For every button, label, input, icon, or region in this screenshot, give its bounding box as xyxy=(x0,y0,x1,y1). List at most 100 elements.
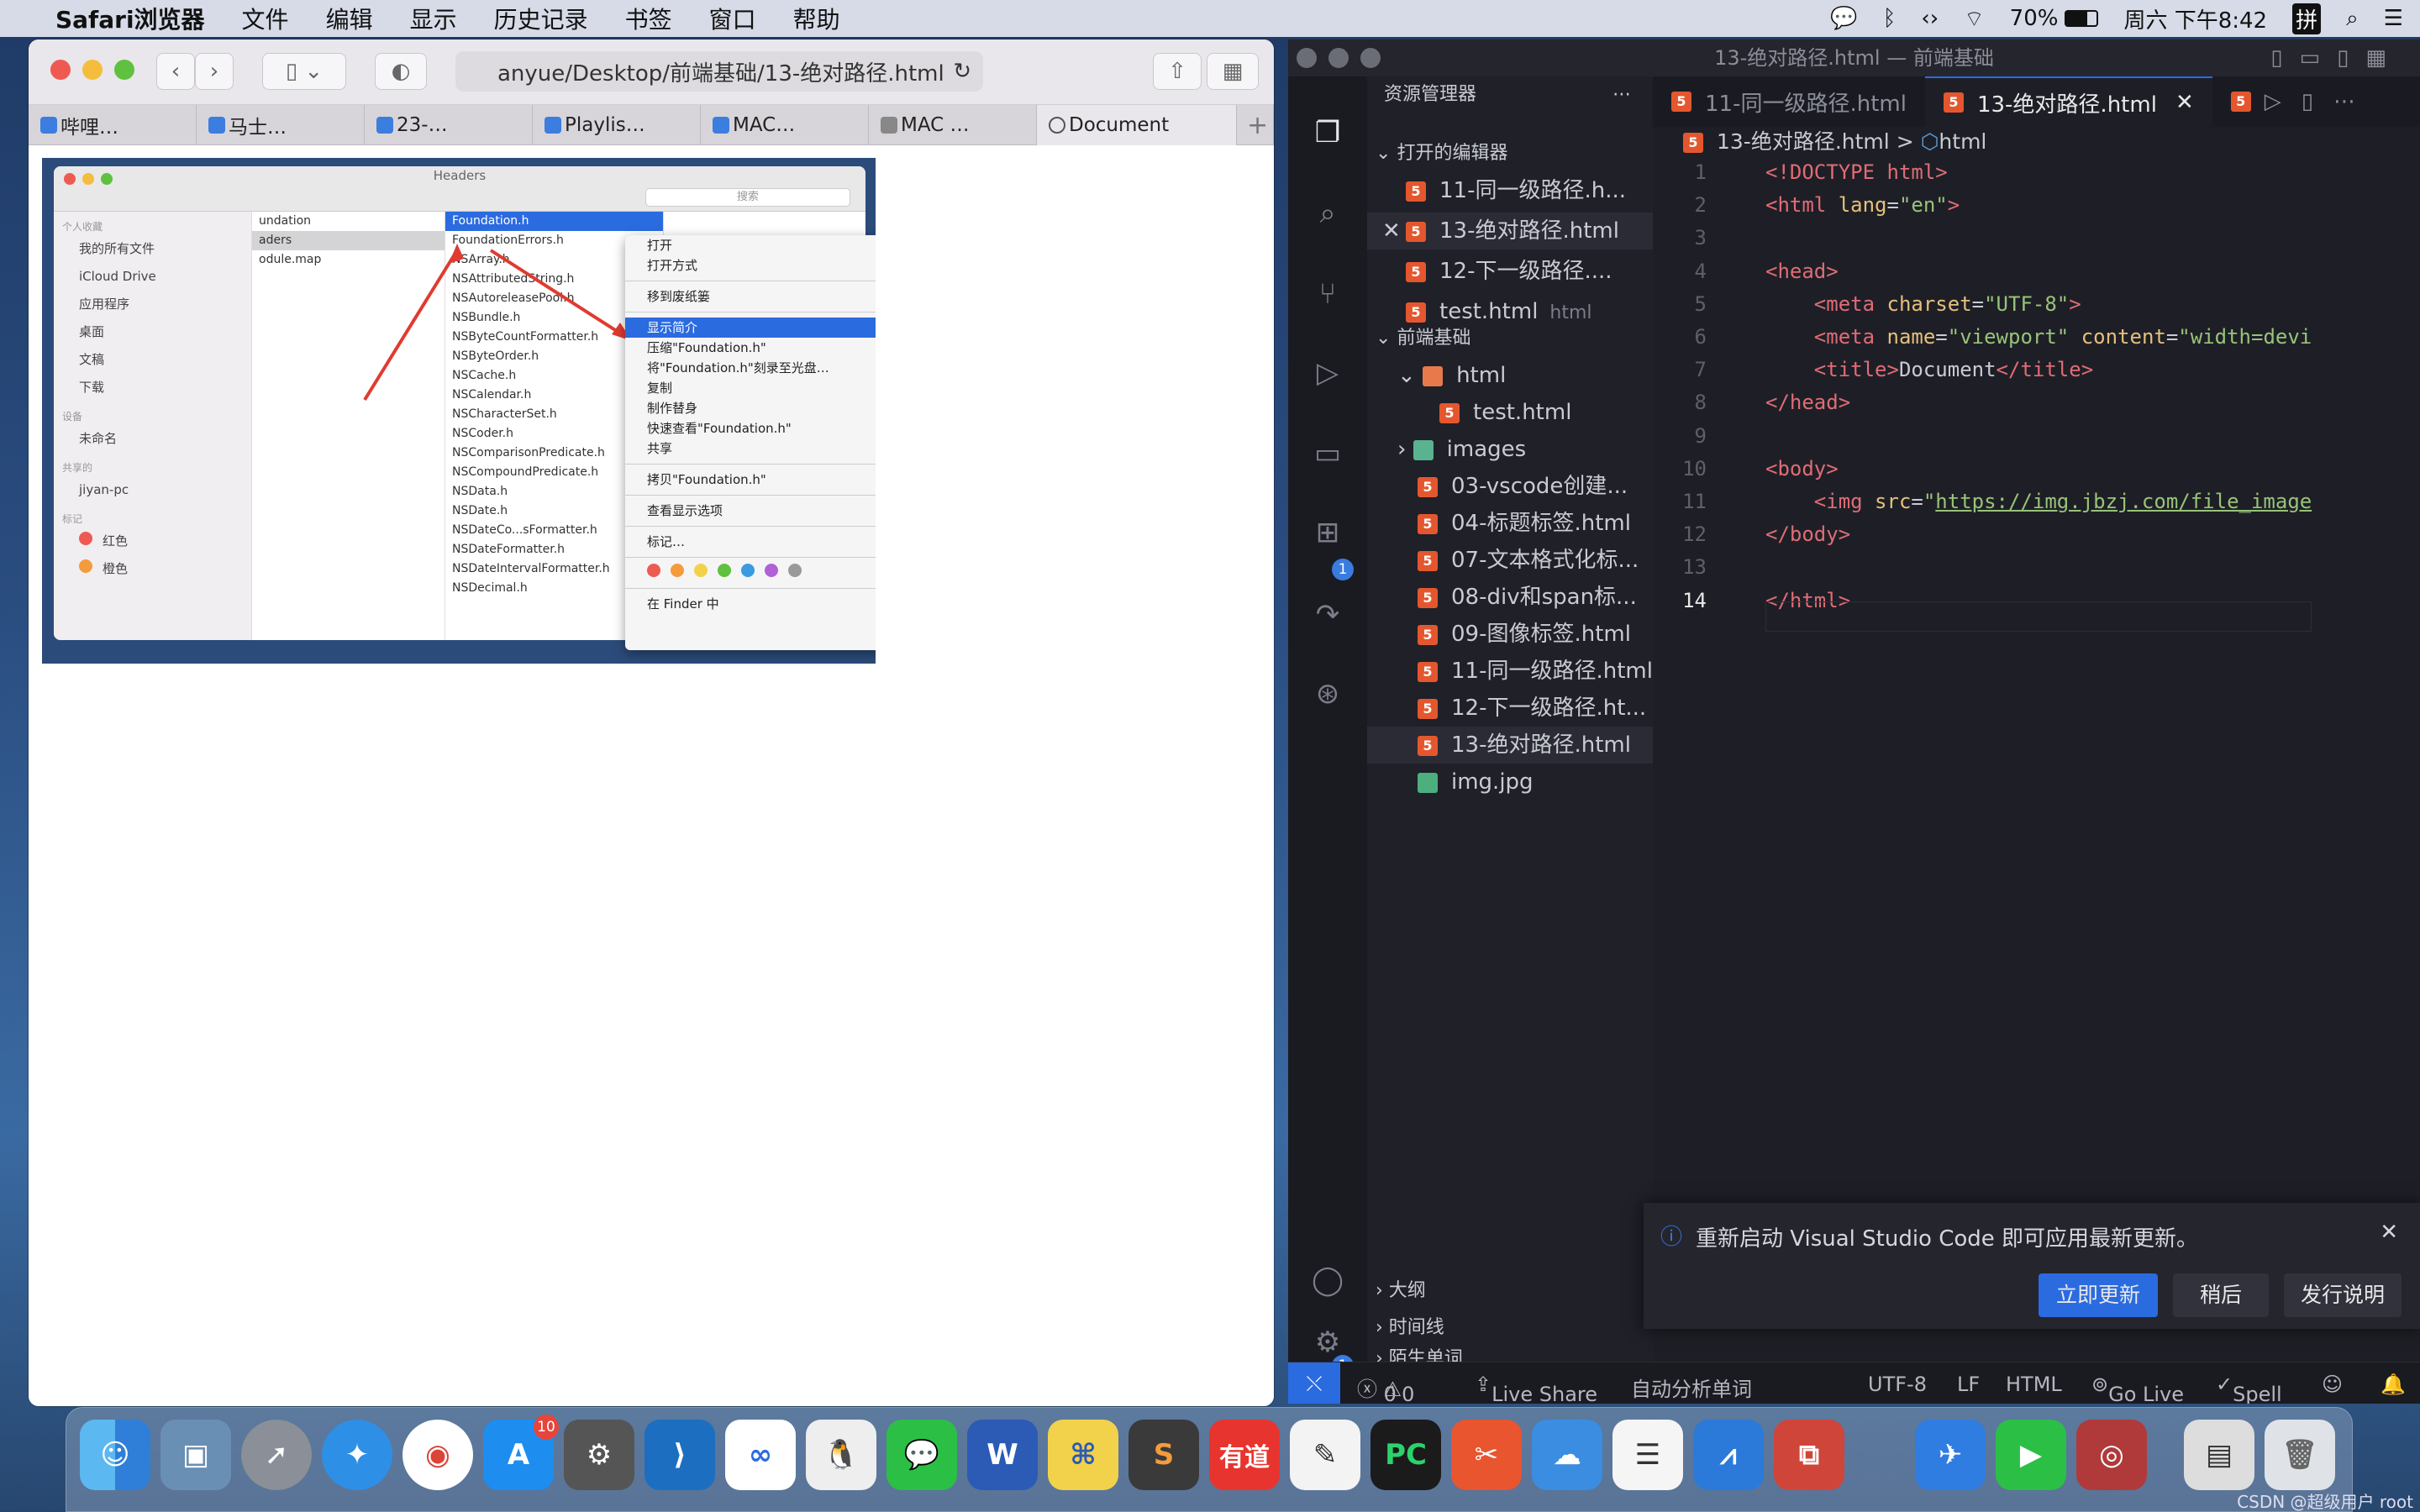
tree-item[interactable]: 5 13-绝对路径.html xyxy=(1367,727,1653,764)
tree-item[interactable]: img.jpg xyxy=(1367,764,1653,801)
run-debug-icon[interactable]: ▷ xyxy=(1308,354,1347,392)
menu-help[interactable]: 帮助 xyxy=(775,2,859,35)
open-editor-item[interactable]: 5 11-同一级路径.h... xyxy=(1367,172,1653,209)
wifi-icon[interactable]: ⌔ xyxy=(1964,5,1984,33)
later-button[interactable]: 稍后 xyxy=(2173,1273,2269,1317)
menu-edit[interactable]: 编辑 xyxy=(308,2,392,35)
notifications-bell-icon[interactable]: 🔔 xyxy=(2381,1373,2406,1396)
tab-13-active[interactable]: 5 13-绝对路径.html ✕ xyxy=(1924,76,2212,127)
more-actions-icon[interactable]: ⋯ xyxy=(1612,76,1631,113)
tab-23[interactable]: 23-… xyxy=(365,105,533,145)
menu-history[interactable]: 历史记录 xyxy=(476,2,607,35)
eol-status[interactable]: LF xyxy=(1957,1373,1980,1396)
run-icon[interactable]: ▷ xyxy=(2265,89,2281,114)
menu-window[interactable]: 窗口 xyxy=(691,2,775,35)
privacy-shield-icon[interactable]: ◐ xyxy=(375,53,427,90)
go-live-status[interactable]: ⊚ Go Live xyxy=(2091,1373,2184,1404)
open-editor-item[interactable]: 5 12-下一级路径.... xyxy=(1367,253,1653,290)
reload-icon[interactable]: ↻ xyxy=(953,59,971,84)
control-center-icon[interactable]: ☰ xyxy=(2384,6,2403,31)
system-preferences-icon[interactable]: ⚙ xyxy=(564,1420,634,1490)
code-editor[interactable]: 1 <!DOCTYPE html> 2 <html lang="en"> 3 4 <head… xyxy=(1653,160,2420,612)
zoom-window-button[interactable] xyxy=(114,60,134,80)
tab-mac-c[interactable]: MAC … xyxy=(869,105,1037,145)
account-icon[interactable]: ◯ xyxy=(1308,1261,1347,1299)
forward-button[interactable]: › xyxy=(195,53,234,90)
spell-status[interactable]: ✓ Spell xyxy=(2216,1373,2282,1404)
tab-document[interactable]: Document xyxy=(1037,105,1237,145)
explorer-icon[interactable]: ❐ xyxy=(1308,113,1347,152)
xmind-icon[interactable]: ✂ xyxy=(1451,1420,1522,1490)
trash-icon[interactable]: 🗑 xyxy=(2265,1420,2335,1490)
address-bar[interactable]: anyue/Desktop/前端基础/13-绝对路径.html ↻ xyxy=(455,51,983,92)
problems-indicator[interactable]: ⓧ 0 ⚠ 0 xyxy=(1357,1373,1414,1404)
word-icon[interactable]: W xyxy=(967,1420,1038,1490)
auto-analyze-status[interactable]: 自动分析单词 xyxy=(1631,1373,1752,1402)
tree-item[interactable]: 5 09-图像标签.html xyxy=(1367,616,1653,653)
reminders-icon[interactable]: ☰ xyxy=(1612,1420,1683,1490)
dingtalk-icon[interactable]: ✈ xyxy=(1915,1420,1986,1490)
tree-item[interactable]: 5 12-下一级路径.ht... xyxy=(1367,690,1653,727)
source-control-icon[interactable]: ⑂ xyxy=(1308,275,1347,313)
new-tab-button[interactable]: + xyxy=(1237,105,1274,145)
python-icon[interactable]: ⌘ xyxy=(1048,1420,1118,1490)
minimize-window-button[interactable] xyxy=(1328,48,1349,68)
split-editor-icon[interactable]: ▯ xyxy=(2302,89,2313,114)
zoom-window-button[interactable] xyxy=(1360,48,1381,68)
youdao-icon[interactable]: 有道 xyxy=(1209,1420,1280,1490)
sidebar-toggle-button[interactable]: ▯ ⌄ xyxy=(262,53,346,90)
photo-booth-icon[interactable]: ◎ xyxy=(2076,1420,2147,1490)
close-notification-icon[interactable]: ✕ xyxy=(2380,1220,2398,1245)
tab-mac-baidu[interactable]: MAC… xyxy=(701,105,869,145)
close-tab-icon[interactable]: ✕ xyxy=(2175,90,2194,115)
wechat-status-icon[interactable]: 💬 xyxy=(1830,6,1857,31)
tree-item[interactable]: 5 03-vscode创建... xyxy=(1367,468,1653,505)
input-method-icon[interactable]: 拼 xyxy=(2292,3,2322,34)
timeline-section[interactable]: › 时间线 xyxy=(1367,1310,1653,1347)
close-window-button[interactable] xyxy=(1297,48,1317,68)
back-button[interactable]: ‹ xyxy=(156,53,195,90)
chrome-icon[interactable]: ◉ xyxy=(402,1420,473,1490)
tree-item[interactable]: › images xyxy=(1367,431,1653,468)
language-status[interactable]: HTML xyxy=(2006,1373,2062,1396)
spotlight-icon[interactable]: ⌕ xyxy=(2346,6,2359,32)
safari-icon[interactable]: ✦ xyxy=(322,1420,392,1490)
menu-bookmarks[interactable]: 书签 xyxy=(607,2,691,35)
outline-section[interactable]: › 大纲 xyxy=(1367,1273,1653,1310)
live-share-icon[interactable]: ↷ xyxy=(1308,596,1347,634)
search-icon[interactable]: ⌕ xyxy=(1308,194,1347,233)
tree-item[interactable]: 5 test.html xyxy=(1367,394,1653,431)
remote-explorer-icon[interactable]: ▭ xyxy=(1308,434,1347,473)
tree-item[interactable]: ⌄ html xyxy=(1367,357,1653,394)
facetime-icon[interactable]: ▶ xyxy=(1996,1420,2066,1490)
tab-overview-button[interactable]: ▦ xyxy=(1207,53,1259,90)
battery-percent[interactable]: 70% xyxy=(2010,6,2059,31)
cloud-app-icon[interactable]: ☁ xyxy=(1532,1420,1602,1490)
extensions-icon[interactable]: ⊞ xyxy=(1308,513,1347,552)
bluetooth-icon[interactable]: ᛒ xyxy=(1883,6,1897,31)
downloads-stack-icon[interactable]: ▤ xyxy=(2184,1420,2254,1490)
finder-icon[interactable]: ☺ xyxy=(80,1420,150,1490)
preview-icon[interactable]: ▣ xyxy=(160,1420,231,1490)
remote-icon[interactable]: ⊛ xyxy=(1308,675,1347,713)
close-editor-icon[interactable]: ✕ xyxy=(1382,213,1401,249)
parallels-icon[interactable]: ⧉ xyxy=(1774,1420,1844,1490)
feedback-icon[interactable]: ☺ xyxy=(2322,1373,2343,1396)
update-now-button[interactable]: 立即更新 xyxy=(2039,1273,2158,1317)
lark-icon[interactable]: ⩘ xyxy=(1693,1420,1764,1490)
share-button[interactable]: ⇧ xyxy=(1153,53,1202,90)
remote-indicator-icon[interactable]: ⤬ xyxy=(1288,1362,1340,1404)
tab-11[interactable]: 5 11-同一级路径.html xyxy=(1653,76,1925,127)
menu-app-safari[interactable]: Safari浏览器 xyxy=(37,2,224,35)
baidu-netdisk-icon[interactable]: ∞ xyxy=(725,1420,796,1490)
pycharm-icon[interactable]: PC xyxy=(1370,1420,1441,1490)
menu-file[interactable]: 文件 xyxy=(224,2,308,35)
wechat-icon[interactable]: 💬 xyxy=(886,1420,957,1490)
tree-item[interactable]: 5 04-标题标签.html xyxy=(1367,505,1653,542)
tab-playlist[interactable]: Playlis… xyxy=(533,105,701,145)
vscode-icon[interactable]: ⟩ xyxy=(644,1420,715,1490)
minimize-window-button[interactable] xyxy=(82,60,103,80)
tree-item[interactable]: 5 11-同一级路径.html xyxy=(1367,653,1653,690)
qq-icon[interactable]: 🐧 xyxy=(806,1420,876,1490)
textedit-icon[interactable]: ✎ xyxy=(1290,1420,1360,1490)
